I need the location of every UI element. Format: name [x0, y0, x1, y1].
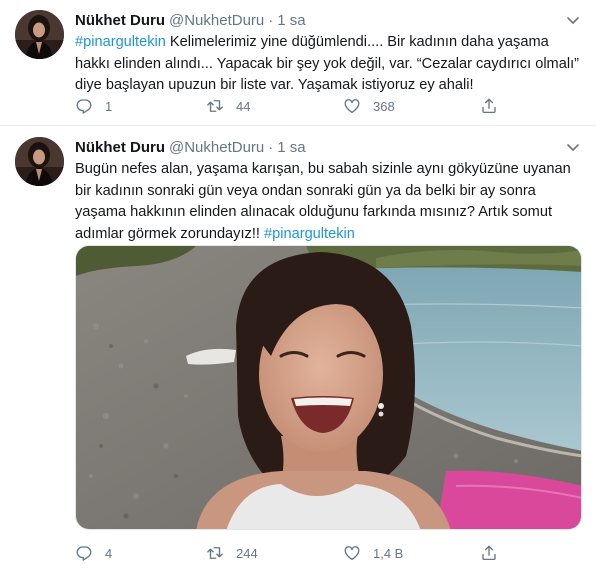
avatar[interactable] [15, 10, 64, 59]
retweet-icon [207, 100, 223, 112]
author-handle[interactable]: @NukhetDuru [169, 12, 264, 29]
tweet-header: Nükhet Duru @NukhetDuru · 1 sa [75, 138, 306, 158]
reply-button[interactable]: 4 [75, 543, 112, 563]
reply-button[interactable]: 1 [75, 96, 112, 116]
separator-dot: · [268, 12, 274, 29]
like-button[interactable]: 1,4 B [343, 543, 403, 563]
tweet[interactable]: Nükhet Duru @NukhetDuru · 1 sa Bugün nefes … [0, 127, 596, 569]
reply-icon [76, 546, 92, 561]
retweet-button[interactable]: 244 [206, 543, 258, 563]
author-name[interactable]: Nükhet Duru [75, 12, 165, 29]
retweet-count: 244 [236, 545, 258, 561]
like-button[interactable]: 368 [343, 96, 395, 116]
like-count: 368 [373, 98, 395, 114]
share-button[interactable] [480, 96, 498, 116]
share-button[interactable] [480, 543, 498, 563]
share-icon [482, 545, 496, 561]
separator-dot: · [268, 139, 274, 156]
avatar[interactable] [15, 137, 64, 186]
retweet-button[interactable]: 44 [206, 96, 250, 116]
heart-icon [344, 99, 360, 114]
tweet-text: Bugün nefes alan, yaşama karışan, bu sab… [75, 159, 580, 245]
tweet-timestamp[interactable]: 1 sa [277, 12, 305, 29]
hashtag-link[interactable]: #pinargultekin [75, 34, 166, 50]
tweet-text: #pinargultekin Kelimelerimiz yine düğüml… [75, 32, 580, 97]
retweet-count: 44 [236, 98, 251, 114]
chevron-down-icon[interactable] [566, 140, 580, 154]
hashtag-link[interactable]: #pinargultekin [264, 226, 355, 242]
tweet-actions: 1 44 368 [75, 96, 505, 116]
tweet-header: Nükhet Duru @NukhetDuru · 1 sa [75, 11, 306, 31]
author-name[interactable]: Nükhet Duru [75, 139, 165, 156]
tweet-actions: 4 244 1,4 B [75, 543, 505, 563]
author-handle[interactable]: @NukhetDuru [169, 139, 264, 156]
reply-count: 1 [105, 98, 113, 114]
tweet-photo[interactable] [75, 245, 582, 530]
retweet-icon [207, 547, 223, 559]
reply-icon [76, 99, 92, 114]
tweet[interactable]: Nükhet Duru @NukhetDuru · 1 sa #pinargultek… [0, 0, 596, 126]
like-count: 1,4 B [373, 545, 404, 561]
chevron-down-icon[interactable] [566, 13, 580, 27]
heart-icon [344, 546, 360, 561]
reply-count: 4 [105, 545, 113, 561]
share-icon [482, 98, 496, 114]
tweet-timestamp[interactable]: 1 sa [277, 139, 305, 156]
